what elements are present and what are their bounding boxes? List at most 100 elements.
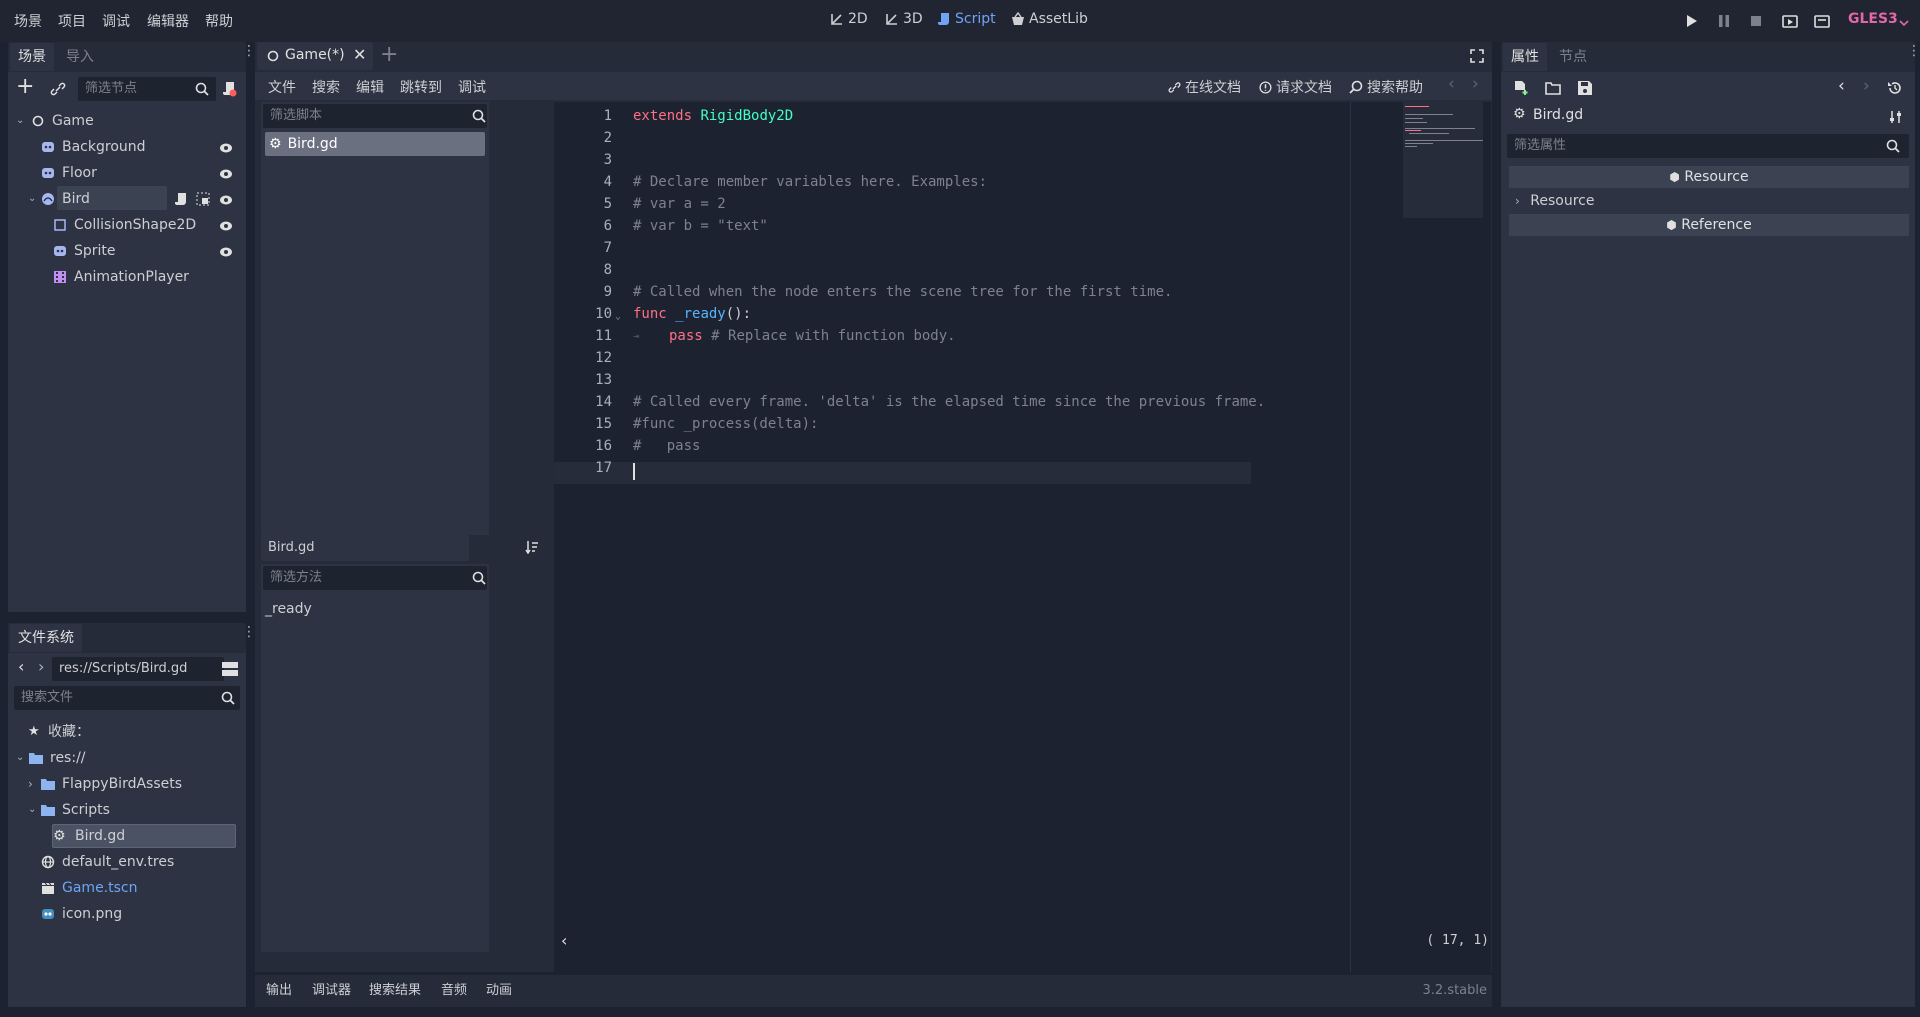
play-scene-icon[interactable]: [1782, 13, 1798, 29]
pause-icon[interactable]: [1716, 13, 1732, 29]
search-help-button[interactable]: 搜索帮助: [1349, 77, 1423, 97]
tree-row-floor[interactable]: Floor: [40, 161, 97, 185]
tab-filesystem[interactable]: 文件系统: [10, 624, 82, 652]
menu-help[interactable]: 帮助: [205, 11, 233, 31]
link-icon[interactable]: [50, 82, 66, 96]
favorites-row[interactable]: ★ 收藏：: [28, 720, 90, 744]
visibility-icon[interactable]: [219, 193, 233, 207]
add-node-icon[interactable]: +: [16, 76, 34, 98]
minimap-line: [1405, 114, 1453, 115]
script-list-item[interactable]: ⚙ Bird.gd: [265, 132, 485, 156]
section-header-reference[interactable]: ⬢ Reference: [1509, 214, 1909, 236]
file-label: Bird.gd: [75, 828, 126, 844]
tree-row-animationplayer[interactable]: AnimationPlayer: [52, 265, 189, 289]
folder-row-scripts[interactable]: ⌄ Scripts: [28, 798, 110, 822]
back-icon[interactable]: ‹: [1838, 76, 1845, 96]
file-row-bird-gd[interactable]: ⚙ Bird.gd: [53, 824, 125, 848]
filter-methods-input[interactable]: 筛选方法: [263, 566, 487, 590]
tab-import[interactable]: 导入: [58, 43, 102, 71]
online-docs-button[interactable]: 在线文档: [1168, 77, 1241, 97]
menu-scene[interactable]: 场景: [14, 11, 42, 31]
tree-row-collisionshape2d[interactable]: CollisionShape2D: [52, 213, 196, 237]
split-view-icon[interactable]: [222, 662, 238, 676]
file-label: Game.tscn: [62, 880, 138, 896]
visibility-icon[interactable]: [219, 167, 233, 181]
path-field[interactable]: res://Scripts/Bird.gd: [52, 657, 224, 681]
workspace-2d-button[interactable]: 2D: [830, 11, 868, 27]
res-root-row[interactable]: ⌄ res://: [16, 746, 86, 770]
kebab-menu-icon[interactable]: ⋮: [242, 625, 256, 639]
minimap[interactable]: [1403, 102, 1483, 218]
file-row-default-env[interactable]: default_env.tres: [40, 850, 174, 874]
node-label: Floor: [62, 165, 97, 181]
visibility-icon[interactable]: [219, 141, 233, 155]
new-resource-icon[interactable]: [1513, 80, 1529, 96]
tab-inspector[interactable]: 属性: [1503, 43, 1547, 71]
menu-search[interactable]: 搜索: [312, 77, 340, 97]
close-icon[interactable]: ✕: [353, 45, 366, 64]
menu-debug[interactable]: 调试: [458, 77, 486, 97]
stop-icon[interactable]: [1748, 13, 1764, 29]
attach-script-icon[interactable]: [221, 81, 237, 97]
link-icon: [1168, 81, 1181, 93]
sort-icon[interactable]: [525, 540, 539, 554]
folder-icon: [40, 804, 56, 816]
code-line-16: # pass: [633, 438, 701, 454]
menu-file[interactable]: 文件: [268, 77, 296, 97]
toggle-scripts-panel-icon[interactable]: ‹: [561, 931, 567, 950]
back-icon[interactable]: ‹: [18, 657, 24, 676]
script-icon[interactable]: [174, 192, 188, 206]
tab-search-results[interactable]: 搜索结果: [369, 979, 421, 1003]
forward-icon[interactable]: ›: [38, 657, 44, 676]
menu-edit[interactable]: 编辑: [356, 77, 384, 97]
back-icon[interactable]: ‹: [1448, 74, 1455, 94]
filter-properties-input[interactable]: 筛选属性: [1507, 134, 1909, 158]
visibility-icon[interactable]: [219, 219, 233, 233]
tab-debugger[interactable]: 调试器: [312, 979, 351, 1003]
menu-goto[interactable]: 跳转到: [400, 77, 442, 97]
forward-icon[interactable]: ›: [1863, 76, 1870, 96]
tab-audio[interactable]: 音频: [441, 979, 467, 1003]
tree-row-sprite[interactable]: Sprite: [52, 239, 116, 263]
workspace-script-button[interactable]: Script: [937, 11, 996, 27]
kebab-menu-icon[interactable]: ⋮: [242, 44, 256, 58]
renderer-select[interactable]: GLES3: [1848, 11, 1898, 27]
filter-scripts-input[interactable]: 筛选脚本: [263, 104, 487, 128]
visibility-icon[interactable]: [219, 245, 233, 259]
group-icon[interactable]: [196, 192, 210, 206]
section-header-resource[interactable]: ⬢ Resource: [1509, 166, 1909, 188]
2d-icon: [831, 14, 842, 25]
menu-debug[interactable]: 调试: [102, 11, 130, 31]
tab-output[interactable]: 输出: [266, 979, 292, 1003]
request-docs-button[interactable]: 请求文档: [1259, 77, 1332, 97]
menu-project[interactable]: 项目: [58, 11, 86, 31]
file-row-game-tscn[interactable]: Game.tscn: [40, 876, 137, 900]
tab-scene[interactable]: 场景: [10, 43, 54, 71]
add-tab-icon[interactable]: +: [380, 42, 398, 67]
tree-row-game[interactable]: ⌄ Game: [16, 109, 94, 133]
open-folder-icon[interactable]: [1545, 80, 1561, 96]
fullscreen-icon[interactable]: [1470, 49, 1484, 63]
save-icon[interactable]: [1577, 80, 1593, 96]
tab-animation[interactable]: 动画: [486, 979, 512, 1003]
menu-editor[interactable]: 编辑器: [147, 11, 189, 31]
minimap-line: [1405, 122, 1427, 123]
workspace-3d-button[interactable]: 3D: [885, 11, 923, 27]
tree-row-background[interactable]: Background: [40, 135, 146, 159]
folder-row-flappybirdassets[interactable]: › FlappyBirdAssets: [28, 772, 182, 796]
tab-game-scene[interactable]: Game(*) ✕: [257, 42, 373, 70]
object-properties-icon[interactable]: [1889, 110, 1903, 124]
forward-icon[interactable]: ›: [1472, 74, 1479, 94]
workspace-assetlib-button[interactable]: AssetLib: [1011, 11, 1088, 27]
method-list-item[interactable]: _ready: [265, 601, 312, 617]
tree-row-bird[interactable]: ⌄ Bird: [28, 187, 90, 211]
play-custom-scene-icon[interactable]: [1814, 13, 1830, 29]
search-files-input[interactable]: 搜索文件: [14, 686, 240, 710]
history-icon[interactable]: [1887, 80, 1903, 96]
property-resource[interactable]: › Resource: [1509, 190, 1909, 212]
kebab-menu-icon[interactable]: ⋮: [1907, 44, 1920, 58]
file-row-icon-png[interactable]: icon.png: [40, 902, 122, 926]
tab-node[interactable]: 节点: [1551, 43, 1595, 71]
play-icon[interactable]: [1683, 13, 1699, 29]
fold-arrow-icon[interactable]: ⌄: [615, 311, 621, 322]
